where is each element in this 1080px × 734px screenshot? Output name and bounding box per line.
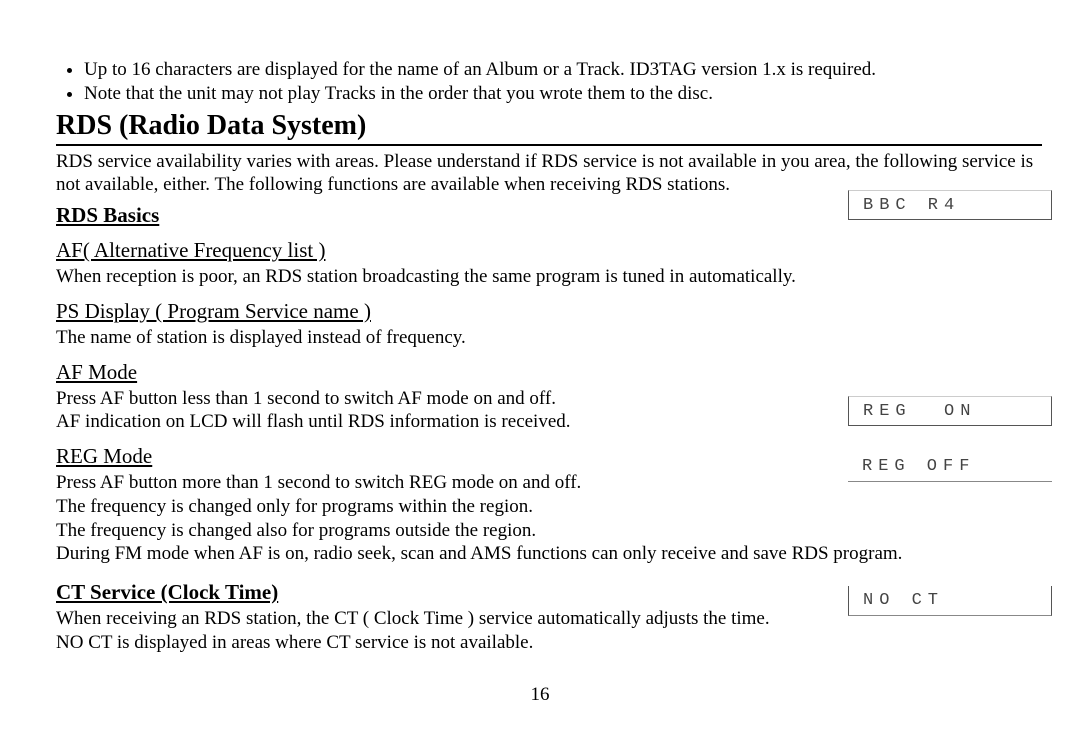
ps-body: The name of station is displayed instead… (56, 326, 1042, 350)
af-heading: AF( Alternative Frequency list ) (56, 238, 1042, 263)
ct-body-2: NO CT is displayed in areas where CT ser… (56, 631, 1042, 655)
lcd-display-no-ct: NO CT (848, 586, 1052, 616)
bullet-item: Up to 16 characters are displayed for th… (84, 58, 1042, 82)
section-title: RDS (Radio Data System) (56, 110, 1042, 142)
top-bullet-list: Up to 16 characters are displayed for th… (56, 58, 1042, 106)
divider (56, 144, 1042, 146)
bullet-item: Note that the unit may not play Tracks i… (84, 82, 1042, 106)
lcd-display-reg-off: REG OFF (848, 452, 1052, 482)
regmode-body-3: The frequency is changed also for progra… (56, 519, 1042, 543)
regmode-body-4: During FM mode when AF is on, radio seek… (56, 542, 1042, 566)
regmode-body-2: The frequency is changed only for progra… (56, 495, 1042, 519)
af-body: When reception is poor, an RDS station b… (56, 265, 1042, 289)
afmode-heading: AF Mode (56, 360, 1042, 385)
lcd-display-reg-on: REG ON (848, 396, 1052, 426)
lcd-display-bbc: BBC R4 (848, 190, 1052, 220)
manual-page: Up to 16 characters are displayed for th… (0, 0, 1080, 734)
page-number: 16 (0, 684, 1080, 706)
ps-heading: PS Display ( Program Service name ) (56, 299, 1042, 324)
